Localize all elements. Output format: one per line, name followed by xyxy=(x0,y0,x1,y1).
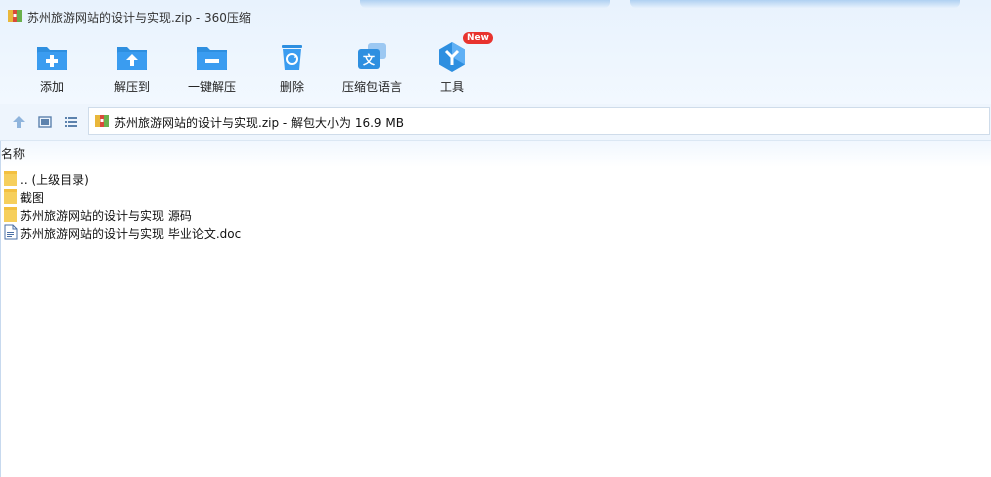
up-arrow-icon[interactable] xyxy=(11,114,27,130)
tools-icon xyxy=(439,42,465,72)
file-name: .. (上级目录) xyxy=(20,173,89,187)
add-button[interactable]: 添加 xyxy=(17,36,87,96)
file-name: 苏州旅游网站的设计与实现 毕业论文.doc xyxy=(20,227,242,241)
archive-language-button[interactable]: 文 压缩包语言 xyxy=(337,36,407,96)
file-name: 截图 xyxy=(20,191,45,205)
folder-icon xyxy=(4,171,17,186)
trash-icon xyxy=(282,45,302,70)
address-text: 苏州旅游网站的设计与实现.zip - 解包大小为 16.9 MB xyxy=(114,116,404,130)
extract-to-label: 解压到 xyxy=(113,80,150,94)
address-field[interactable]: 苏州旅游网站的设计与实现.zip - 解包大小为 16.9 MB xyxy=(88,107,990,135)
tools-label: 工具 xyxy=(439,80,464,94)
add-folder-icon xyxy=(37,47,67,70)
extract-to-icon xyxy=(117,47,147,70)
thumbnail-view-icon[interactable] xyxy=(37,114,53,130)
list-header-background xyxy=(0,141,991,167)
title-bar: 苏州旅游网站的设计与实现.zip - 360压缩 xyxy=(0,0,991,32)
one-click-extract-label: 一键解压 xyxy=(187,80,236,94)
one-click-extract-icon xyxy=(197,47,227,70)
extract-to-button[interactable]: 解压到 xyxy=(97,36,167,96)
toolbar: 添加 解压到 一键解压 删除 文 压缩包语言 New 工具 xyxy=(0,32,991,98)
folder-icon xyxy=(4,189,17,204)
window-title: 苏州旅游网站的设计与实现.zip - 360压缩 xyxy=(27,11,251,25)
list-item[interactable]: 截图 xyxy=(4,187,304,205)
svg-text:文: 文 xyxy=(363,52,376,67)
header-area: 苏州旅游网站的设计与实现.zip - 360压缩 添加 解压到 一键解压 删除 … xyxy=(0,0,991,104)
word-document-icon xyxy=(4,224,18,240)
column-header-name[interactable]: 名称 xyxy=(1,145,25,162)
list-item[interactable]: 苏州旅游网站的设计与实现 源码 xyxy=(4,205,304,223)
tools-button[interactable]: New 工具 xyxy=(417,32,493,96)
delete-button[interactable]: 删除 xyxy=(257,36,327,96)
list-view-icon[interactable] xyxy=(63,114,79,130)
folder-icon xyxy=(4,207,17,222)
zip-archive-icon xyxy=(8,10,22,22)
divider xyxy=(0,141,1,477)
list-item[interactable]: 苏州旅游网站的设计与实现 毕业论文.doc xyxy=(4,223,304,241)
one-click-extract-button[interactable]: 一键解压 xyxy=(177,36,247,96)
archive-language-label: 压缩包语言 xyxy=(341,80,402,94)
zip-archive-icon xyxy=(95,115,109,127)
address-bar-row: 苏州旅游网站的设计与实现.zip - 解包大小为 16.9 MB xyxy=(0,104,991,141)
delete-label: 删除 xyxy=(279,80,304,94)
list-item[interactable]: .. (上级目录) xyxy=(4,169,304,187)
add-label: 添加 xyxy=(39,80,64,94)
file-name: 苏州旅游网站的设计与实现 源码 xyxy=(20,209,192,223)
language-icon: 文 xyxy=(358,43,386,69)
app-window: 苏州旅游网站的设计与实现.zip - 360压缩 添加 解压到 一键解压 删除 … xyxy=(0,0,991,477)
new-badge: New xyxy=(463,32,493,44)
file-list: 名称 .. (上级目录) 截图 苏州旅游网站的设计与实现 源码 苏州旅游网站的设… xyxy=(0,141,991,477)
